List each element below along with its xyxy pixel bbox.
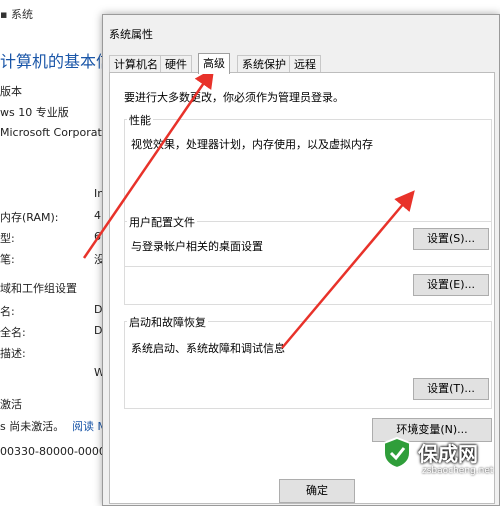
startup-recovery-group: 启动和故障恢复 系统启动、系统故障和调试信息 设置(T)... [124,314,492,409]
pen-touch-label: 笔: [0,253,15,266]
watermark-url: zsbaocheng.net [422,466,494,476]
startup-recovery-settings-button[interactable]: 设置(T)... [413,378,489,400]
edition-value: ws 10 专业版 [0,106,69,119]
watermark-name: 保成网 [418,442,478,466]
ram-label: 内存(RAM): [0,211,59,224]
admin-note: 要进行大多数更改，你必须作为管理员登录。 [124,91,344,104]
user-profiles-settings-button[interactable]: 设置(E)... [413,274,489,296]
system-type-value: 6 [94,230,101,243]
performance-title: 性能 [127,112,153,128]
tab-hardware[interactable]: 硬件 [160,55,192,73]
full-name-label: 全名: [0,326,26,339]
section-edition: 版本 [0,85,22,98]
section-activation: 激活 [0,398,22,411]
startup-recovery-title: 启动和故障恢复 [127,314,208,330]
activation-status: s 尚未激活。 [0,420,65,433]
window-title: ▪ 系统 [0,8,33,21]
user-profiles-group: 用户配置文件 与登录帐户相关的桌面设置 设置(E)... [124,214,492,305]
section-computer-name: 域和工作组设置 [0,282,77,295]
startup-recovery-description: 系统启动、系统故障和调试信息 [131,342,285,355]
system-type-label: 型: [0,232,15,245]
performance-description: 视觉效果，处理器计划，内存使用，以及虚拟内存 [131,138,373,151]
user-profiles-title: 用户配置文件 [127,214,197,230]
computer-name-label: 名: [0,305,15,318]
shield-logo-icon [383,436,411,470]
tab-computer-name[interactable]: 计算机名 [109,55,163,73]
tab-system-protection[interactable]: 系统保护 [237,55,291,73]
copyright-value: Microsoft Corporat [0,126,102,139]
tab-remote[interactable]: 远程 [289,55,321,73]
product-id-value: 00330-80000-0000 [0,445,106,458]
watermark: 保成网 zsbaocheng.net [376,432,500,496]
description-label: 描述: [0,347,26,360]
window-icon: ▪ [0,8,11,21]
tab-advanced[interactable]: 高级 [198,53,230,74]
dialog-title: 系统属性 [109,28,153,41]
ok-button[interactable]: 确定 [279,479,355,503]
user-profiles-description: 与登录帐户相关的桌面设置 [131,240,263,253]
